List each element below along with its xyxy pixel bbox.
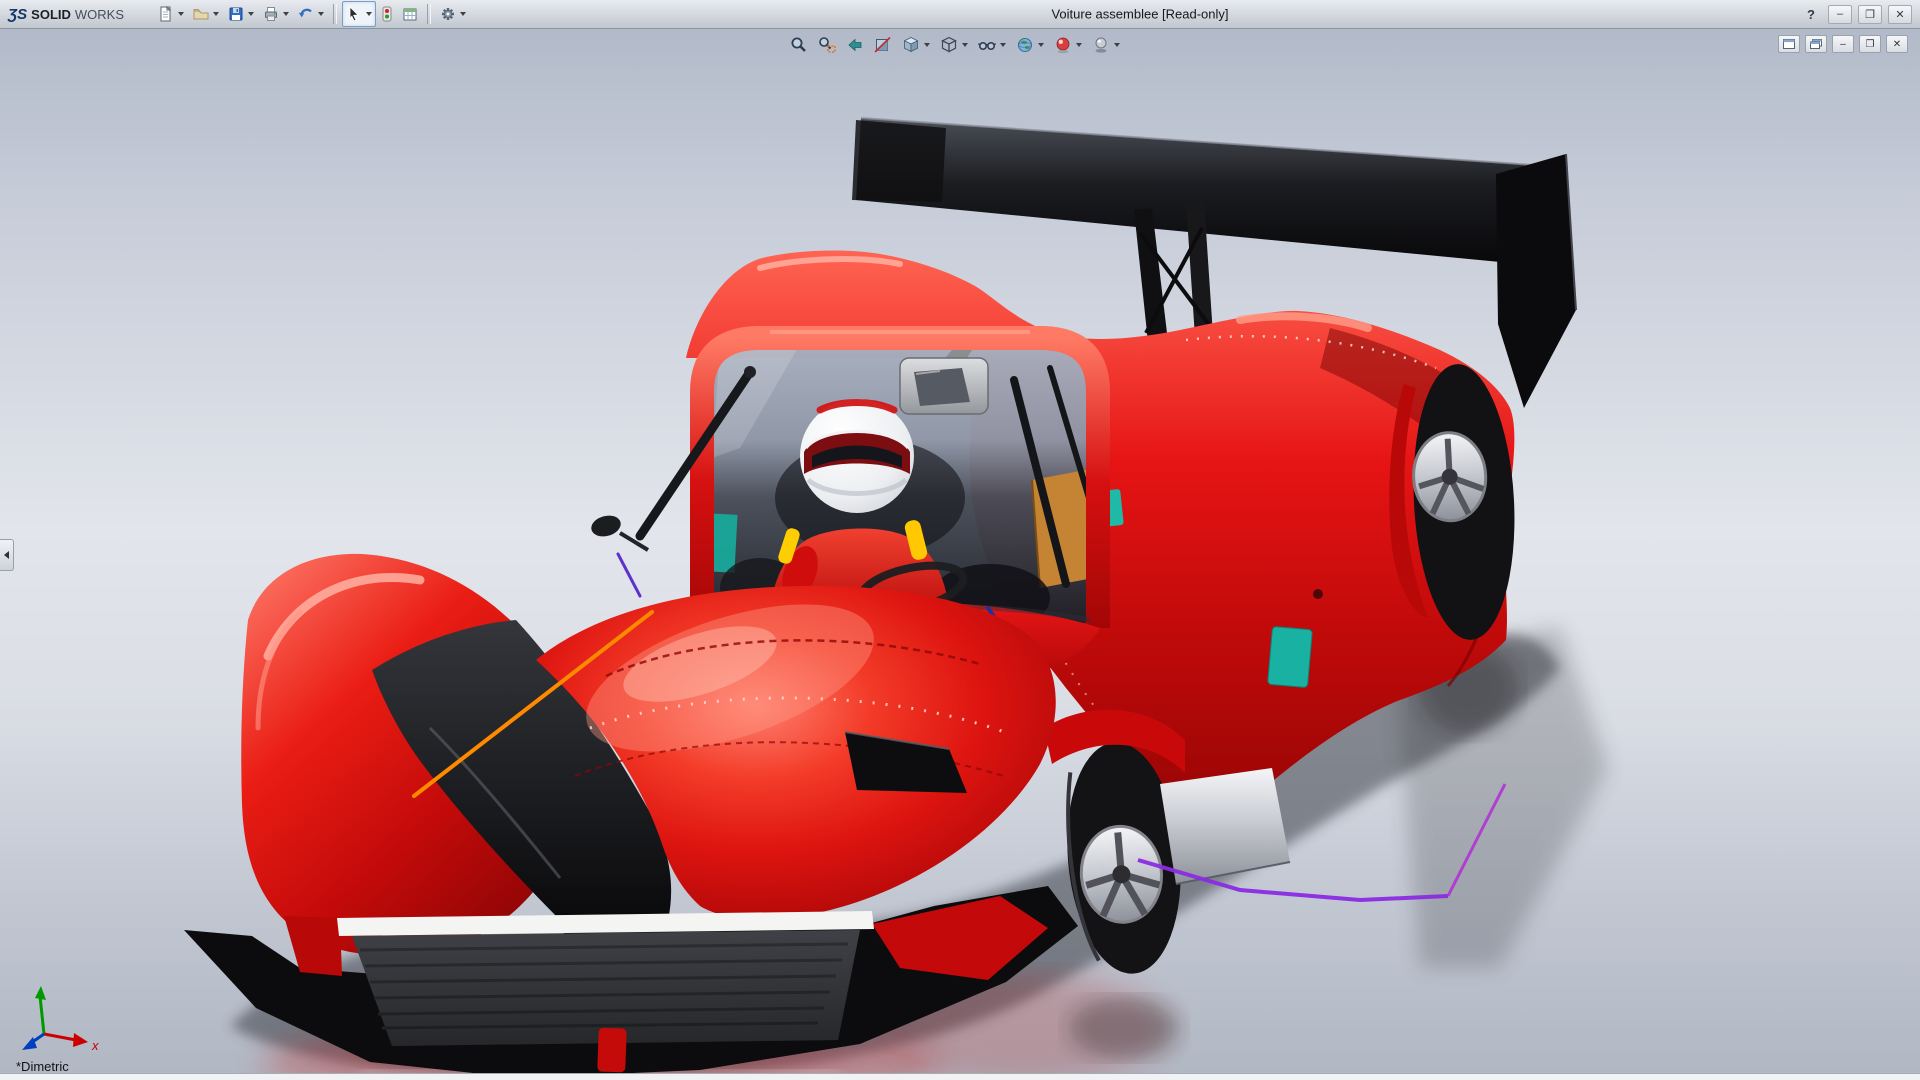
display-style-dropdown[interactable] (922, 40, 931, 50)
open-button[interactable] (189, 1, 223, 27)
new-document-icon (157, 5, 175, 23)
print-icon (262, 5, 280, 23)
save-dropdown[interactable] (246, 9, 255, 19)
options-dropdown[interactable] (458, 9, 467, 19)
headsup-view-toolbar (786, 32, 1124, 58)
new-document-button[interactable] (154, 1, 188, 27)
apply-scene-icon (1015, 35, 1035, 55)
hide-show-items-dropdown[interactable] (998, 40, 1007, 50)
new-document-dropdown[interactable] (176, 9, 185, 19)
brand-solid: SOLID (31, 7, 71, 22)
section-view-button[interactable] (870, 32, 896, 58)
file-properties-button[interactable] (398, 1, 422, 27)
help-button[interactable]: ? (1800, 6, 1822, 23)
view-settings-button[interactable] (1088, 32, 1124, 58)
status-bar (0, 1073, 1920, 1080)
window-pane-icon[interactable] (1778, 35, 1800, 53)
solidworks-window: ƷS SOLID WORKS (0, 0, 1920, 1080)
collapse-arrow-icon (4, 551, 9, 559)
select-button[interactable] (342, 1, 376, 27)
zoom-to-fit-button[interactable] (786, 32, 812, 58)
select-cursor-icon (345, 5, 363, 23)
brand-works: WORKS (75, 7, 124, 22)
graphics-viewport[interactable]: x (0, 28, 1920, 1074)
window-cascade-icon[interactable] (1805, 35, 1827, 53)
save-floppy-icon (227, 5, 245, 23)
toolbar-separator (333, 4, 337, 24)
toolbar-separator (427, 4, 431, 24)
dassault-logo-mark: ƷS (8, 6, 27, 23)
model-canvas[interactable]: x (0, 28, 1920, 1074)
close-button[interactable]: ✕ (1888, 5, 1912, 24)
rear-view-mirror[interactable] (900, 350, 988, 414)
open-folder-icon (192, 5, 210, 23)
window-title: Voiture assemblee [Read-only] (1051, 7, 1228, 22)
zoom-to-area-icon (817, 35, 837, 55)
open-dropdown[interactable] (211, 9, 220, 19)
edit-appearance-dropdown[interactable] (1074, 40, 1083, 50)
undo-icon (297, 5, 315, 23)
apply-scene-button[interactable] (1012, 32, 1048, 58)
tow-tab (597, 1028, 627, 1073)
previous-view-icon (845, 35, 865, 55)
view-orientation-dropdown[interactable] (960, 40, 969, 50)
hide-show-items-button[interactable] (974, 32, 1010, 58)
rebuild-button[interactable] (377, 1, 397, 27)
view-orientation-label: *Dimetric (16, 1059, 69, 1074)
zoom-to-fit-icon (789, 35, 809, 55)
rebuild-icon (380, 5, 394, 23)
section-view-icon (873, 35, 893, 55)
doc-restore-button[interactable]: ❐ (1859, 35, 1881, 53)
hide-show-items-icon (977, 35, 997, 55)
solidworks-logo: ƷS SOLID WORKS (8, 6, 124, 23)
zoom-to-area-button[interactable] (814, 32, 840, 58)
edit-appearance-icon (1053, 35, 1073, 55)
file-properties-icon (401, 5, 419, 23)
options-button[interactable] (436, 1, 470, 27)
apply-scene-dropdown[interactable] (1036, 40, 1045, 50)
view-orientation-button[interactable] (936, 32, 972, 58)
triad-x-label: x (91, 1038, 99, 1053)
view-orientation-icon (939, 35, 959, 55)
select-dropdown[interactable] (364, 9, 373, 19)
window-controls: ? – ❐ ✕ (1800, 0, 1912, 28)
driver-helmet (800, 399, 914, 513)
doc-minimize-button[interactable]: – (1832, 35, 1854, 53)
display-style-button[interactable] (898, 32, 934, 58)
save-button[interactable] (224, 1, 258, 27)
undo-button[interactable] (294, 1, 328, 27)
panel-flyout-arrow[interactable] (0, 539, 14, 571)
standard-toolbar (154, 0, 470, 28)
wing-endplate (1496, 154, 1576, 408)
print-button[interactable] (259, 1, 293, 27)
previous-view-button[interactable] (842, 32, 868, 58)
edit-appearance-button[interactable] (1050, 32, 1086, 58)
minimize-button[interactable]: – (1828, 5, 1852, 24)
document-window-controls: – ❐ ✕ (1778, 35, 1908, 53)
maximize-button[interactable]: ❐ (1858, 5, 1882, 24)
display-style-icon (901, 35, 921, 55)
doc-close-button[interactable]: ✕ (1886, 35, 1908, 53)
print-dropdown[interactable] (281, 9, 290, 19)
options-gear-icon (439, 5, 457, 23)
titlebar: ƷS SOLID WORKS (0, 0, 1920, 29)
view-settings-icon (1091, 35, 1111, 55)
undo-dropdown[interactable] (316, 9, 325, 19)
view-settings-dropdown[interactable] (1112, 40, 1121, 50)
